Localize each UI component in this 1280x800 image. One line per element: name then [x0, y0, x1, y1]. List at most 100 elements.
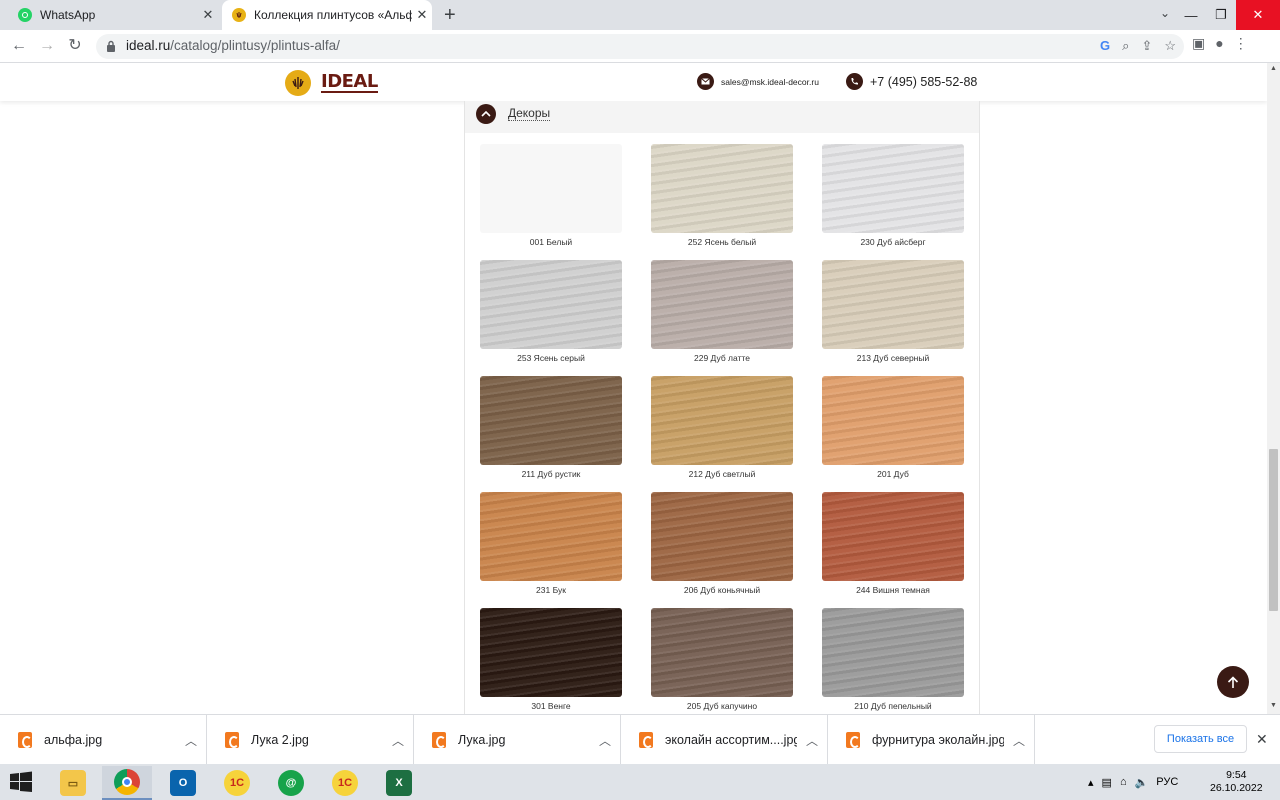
mail-agent-icon[interactable]: @ [266, 766, 316, 800]
decor-swatch[interactable] [480, 260, 622, 349]
google-icon[interactable]: G [1100, 38, 1110, 54]
1c-icon[interactable]: 1С [320, 766, 370, 800]
close-window-icon[interactable]: ✕ [1236, 0, 1280, 30]
site-logo[interactable]: IDEAL [285, 70, 378, 96]
image-file-icon [639, 732, 653, 748]
scroll-to-top-button[interactable] [1217, 666, 1249, 698]
decor-caption: 206 Дуб коньячный [683, 585, 761, 595]
decor-swatch[interactable] [480, 376, 622, 465]
close-tab-icon[interactable]: ✕ [412, 7, 432, 23]
decor-swatch[interactable] [651, 144, 793, 233]
decor-swatch[interactable] [822, 492, 964, 581]
download-filename: альфа.jpg [44, 733, 103, 747]
clock-time: 9:54 [1226, 769, 1247, 781]
image-file-icon [432, 732, 446, 748]
scroll-up-arrow-icon[interactable]: ▲ [1270, 65, 1277, 72]
decor-swatch[interactable] [822, 144, 964, 233]
download-filename: Лука.jpg [458, 733, 506, 747]
image-file-icon [18, 732, 32, 748]
show-all-downloads-button[interactable]: Показать все [1154, 725, 1247, 753]
download-item[interactable]: Лука.jpg ︿ [414, 715, 621, 765]
decor-swatch[interactable] [480, 144, 622, 233]
back-icon[interactable]: ← [8, 35, 30, 57]
network-icon[interactable]: ⌂ [1120, 776, 1127, 788]
language-indicator[interactable]: РУС [1156, 776, 1178, 788]
decor-caption: 210 Дуб пепельный [854, 701, 932, 711]
email-contact[interactable]: sales@msk.ideal-decor.ru [697, 73, 819, 90]
download-filename: эколайн ассортим....jpg [665, 733, 797, 747]
decor-caption: 211 Дуб рустик [521, 469, 581, 479]
minimize-icon[interactable]: — [1176, 8, 1206, 23]
excel-icon[interactable]: X [374, 766, 424, 800]
site-header: IDEAL sales@msk.ideal-decor.ru +7 (495) … [0, 63, 1267, 101]
1c-icon[interactable]: 1С [212, 766, 262, 800]
tab-title: Коллекция плинтусов «Альфа» [254, 8, 412, 22]
window-controls: — ❐ ✕ [1176, 0, 1280, 30]
decor-caption: 205 Дуб капучино [686, 701, 758, 711]
reload-icon[interactable]: ↻ [64, 35, 86, 57]
download-item[interactable]: альфа.jpg ︿ [0, 715, 207, 765]
decor-catalog: Декоры 001 Белый 252 Ясень белый 230 Дуб а… [464, 101, 980, 714]
side-panel-icon[interactable]: ▣ [1192, 35, 1205, 52]
decor-swatch[interactable] [651, 376, 793, 465]
page-scrollbar[interactable]: ▲ ▼ [1267, 63, 1280, 714]
new-tab-icon[interactable]: + [444, 4, 456, 27]
system-tray: ▴ ▤ ⌂ 🔈 РУС [1088, 764, 1178, 800]
decor-swatch[interactable] [822, 260, 964, 349]
decor-swatch[interactable] [822, 608, 964, 697]
decor-swatch[interactable] [480, 608, 622, 697]
restore-icon[interactable]: ❐ [1206, 7, 1236, 23]
url-text: ideal.ru/catalog/plintusy/plintus-alfa/ [126, 38, 340, 53]
zoom-icon[interactable]: ⌕ [1122, 38, 1129, 54]
chevron-up-icon[interactable]: ︿ [1004, 732, 1034, 749]
chrome-icon[interactable] [102, 766, 152, 800]
phone-contact[interactable]: +7 (495) 585-52-88 [846, 73, 977, 90]
device-icon[interactable]: ▤ [1102, 776, 1112, 789]
download-item[interactable]: Лука 2.jpg ︿ [207, 715, 414, 765]
chevron-up-icon[interactable]: ▴ [1088, 776, 1094, 789]
forward-icon[interactable]: → [36, 35, 58, 57]
url-domain: ideal.ru [126, 38, 171, 53]
decor-caption: 253 Ясень серый [517, 353, 585, 363]
download-item[interactable]: эколайн ассортим....jpg ︿ [621, 715, 828, 765]
taskbar: ▭ O 1С @ 1С X ▴ ▤ ⌂ 🔈 РУС 9:54 26.10.202… [0, 764, 1280, 800]
chevron-up-icon[interactable]: ︿ [797, 732, 827, 749]
decor-swatch[interactable] [651, 608, 793, 697]
browser-toolbar: ← → ↻ ideal.ru/catalog/plintusy/plintus-… [0, 30, 1280, 63]
tab-ideal[interactable]: Коллекция плинтусов «Альфа» ✕ [222, 0, 432, 30]
scroll-down-arrow-icon[interactable]: ▼ [1270, 702, 1277, 709]
decor-caption: 230 Дуб айсберг [860, 237, 926, 247]
windows-start-icon[interactable] [8, 770, 34, 794]
bookmark-star-icon[interactable]: ☆ [1164, 38, 1176, 54]
image-file-icon [846, 732, 860, 748]
decor-swatch[interactable] [651, 260, 793, 349]
close-tab-icon[interactable]: ✕ [198, 7, 218, 23]
chevron-up-icon[interactable]: ︿ [590, 732, 620, 749]
chevron-up-icon[interactable]: ︿ [383, 732, 413, 749]
chevron-down-icon[interactable]: ⌄ [1160, 6, 1170, 20]
scrollbar-thumb[interactable] [1269, 449, 1278, 611]
decor-swatch[interactable] [480, 492, 622, 581]
close-download-bar-icon[interactable]: ✕ [1256, 731, 1268, 748]
file-explorer-icon[interactable]: ▭ [48, 766, 98, 800]
menu-kebab-icon[interactable]: ⋮ [1234, 35, 1248, 52]
logo-text: IDEAL [321, 71, 378, 93]
image-file-icon [225, 732, 239, 748]
wheat-logo-icon [285, 70, 311, 96]
tab-whatsapp[interactable]: WhatsApp ✕ [8, 0, 218, 30]
chevron-up-icon[interactable]: ︿ [176, 732, 206, 749]
web-page: IDEAL sales@msk.ideal-decor.ru +7 (495) … [0, 63, 1267, 714]
share-icon[interactable]: ⇪ [1141, 38, 1152, 54]
decor-caption: 244 Вишня темная [856, 585, 930, 595]
volume-icon[interactable]: 🔈 [1135, 776, 1149, 789]
clock[interactable]: 9:54 26.10.2022 [1210, 769, 1263, 795]
accordion-header-decors[interactable]: Декоры [465, 101, 979, 133]
decor-caption: 001 Белый [529, 237, 573, 247]
address-bar[interactable]: ideal.ru/catalog/plintusy/plintus-alfa/ … [96, 34, 1184, 59]
outlook-icon[interactable]: O [158, 766, 208, 800]
download-item[interactable]: фурнитура эколайн.jpg ︿ [828, 715, 1035, 765]
decor-swatch[interactable] [651, 492, 793, 581]
decor-swatch[interactable] [822, 376, 964, 465]
decor-caption: 213 Дуб северный [856, 353, 930, 363]
profile-avatar-icon[interactable]: ● [1215, 35, 1223, 52]
